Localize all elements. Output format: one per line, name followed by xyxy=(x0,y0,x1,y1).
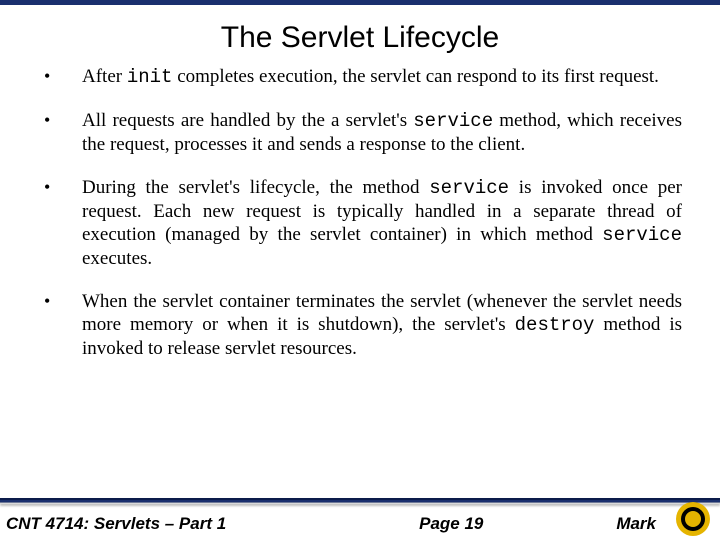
bullet-item: • During the servlet's lifecycle, the me… xyxy=(38,176,682,270)
footer: CNT 4714: Servlets – Part 1 Page 19 Mark xyxy=(0,498,720,540)
bullet-marker: • xyxy=(38,65,82,87)
course-label: CNT 4714: Servlets – Part 1 xyxy=(6,514,226,534)
ucf-logo-icon xyxy=(676,502,710,536)
page-number: Page 19 xyxy=(226,514,616,534)
bullet-marker: • xyxy=(38,290,82,312)
bullet-marker: • xyxy=(38,176,82,198)
bullet-item: • All requests are handled by the a serv… xyxy=(38,109,682,156)
page-title: The Servlet Lifecycle xyxy=(0,5,720,65)
footer-text-row: CNT 4714: Servlets – Part 1 Page 19 Mark xyxy=(0,508,720,540)
bullet-text: When the servlet container terminates th… xyxy=(82,290,682,360)
author-label: Mark xyxy=(616,514,656,534)
content-area: • After init completes execution, the se… xyxy=(0,65,720,360)
bullet-item: • After init completes execution, the se… xyxy=(38,65,682,89)
bullet-text: After init completes execution, the serv… xyxy=(82,65,682,89)
bullet-item: • When the servlet container terminates … xyxy=(38,290,682,360)
bullet-text: During the servlet's lifecycle, the meth… xyxy=(82,176,682,270)
footer-divider xyxy=(0,498,720,504)
bullet-marker: • xyxy=(38,109,82,131)
bullet-text: All requests are handled by the a servle… xyxy=(82,109,682,156)
